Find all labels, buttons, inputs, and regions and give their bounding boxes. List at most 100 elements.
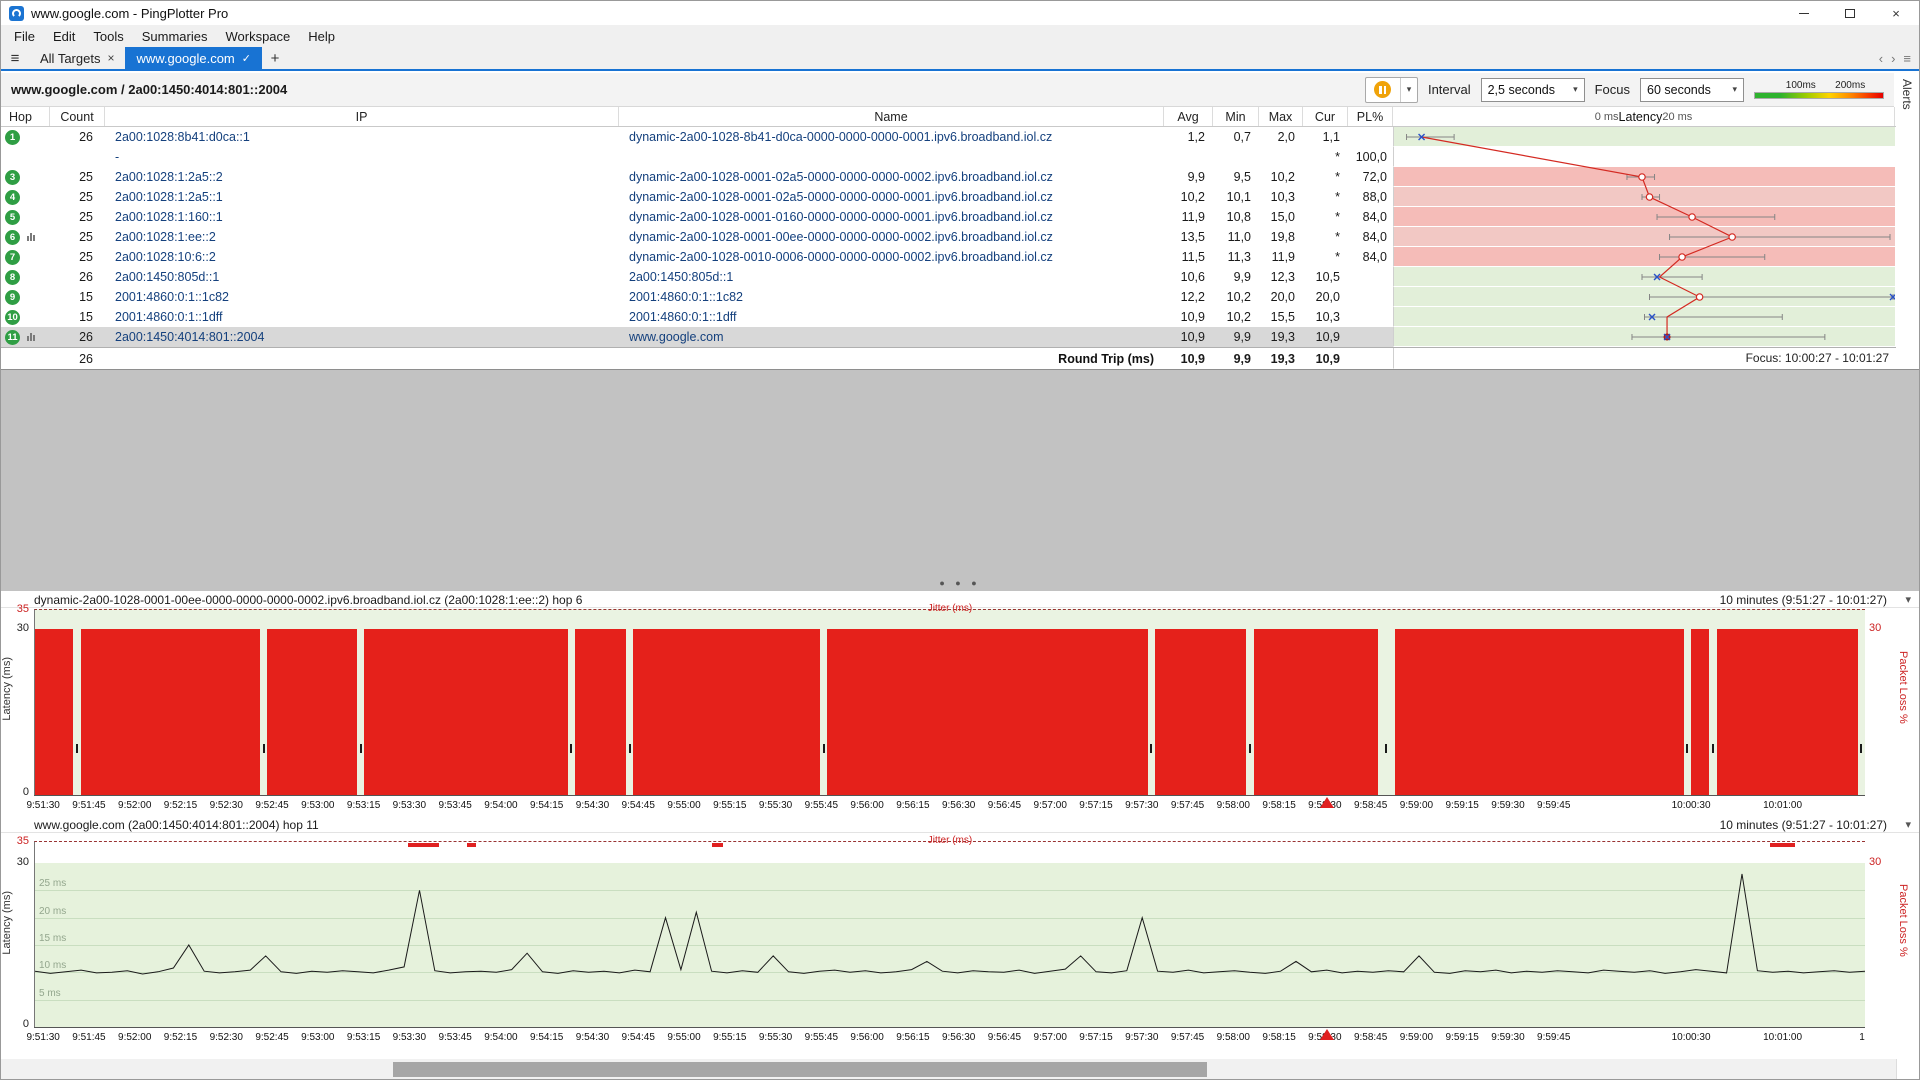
time-tick-label: 9:56:15 [896,1032,929,1043]
hop-row-11[interactable]: 11262a00:1450:4014:801::2004www.google.c… [1,327,1896,347]
pause-dropdown-icon[interactable]: ▾ [1400,78,1417,102]
tab-all-targets[interactable]: All Targets × [29,47,125,69]
col-header-name[interactable]: Name [619,107,1164,126]
time-tick-label: 9:54:15 [530,1032,563,1043]
cur-cell: * [1303,187,1348,207]
packet-loss-cell [1348,327,1393,347]
scrollbar-corner [1896,1059,1920,1080]
time-tick-label: 9:52:30 [210,800,243,811]
avg-cell: 1,2 [1164,127,1213,147]
hop-row-5[interactable]: 5252a00:1028:1:160::1dynamic-2a00-1028-0… [1,207,1896,227]
ip-cell: 2a00:1028:1:2a5::2 [105,167,619,187]
max-cell: 15,0 [1259,207,1303,227]
time-tick-label: 9:55:00 [667,1032,700,1043]
col-header-ip[interactable]: IP [105,107,619,126]
latency-mark [1249,744,1251,753]
graph-collapse-icon[interactable]: ▾ [1905,818,1911,831]
latency-axis-label: Latency (ms) [1,891,13,955]
hop-row-7[interactable]: 7252a00:1028:10:6::2dynamic-2a00-1028-00… [1,247,1896,267]
hop11-latency-plot[interactable]: Jitter (ms) 25 ms20 ms15 ms10 ms5 ms [34,841,1865,1027]
hamburger-icon[interactable]: ≡ [1,47,29,69]
packet-loss-cell [1348,267,1393,287]
graph-range-selector[interactable]: 10 minutes (9:51:27 - 10:01:27) [1720,818,1887,832]
graph-collapse-icon[interactable]: ▾ [1905,593,1911,606]
empty-workspace-area: ● ● ● [1,369,1919,591]
count-cell: 15 [50,307,105,327]
name-cell: dynamic-2a00-1028-0010-0006-0000-0000-00… [619,247,1164,267]
legend-100ms-label: 100ms [1786,80,1816,91]
latency-plot-area: 25 ms20 ms15 ms10 ms5 ms [35,863,1865,1027]
hop-row-8[interactable]: 8262a00:1450:805d::12a00:1450:805d::110,… [1,267,1896,287]
cur-cell: * [1303,247,1348,267]
focus-select[interactable]: 60 seconds ▾ [1640,78,1744,102]
latency-cell [1393,147,1895,167]
latency-line [35,863,1865,1027]
tab-list-icon[interactable]: ≡ [1903,51,1911,66]
cur-cell: 1,1 [1303,127,1348,147]
tab-scroll-left-icon[interactable]: ‹ [1879,51,1883,66]
alerts-side-tab[interactable]: Alerts [1898,75,1916,114]
horizontal-scrollbar[interactable] [1,1059,1896,1080]
col-header-min[interactable]: Min [1213,107,1259,126]
hop-row-6[interactable]: 6252a00:1028:1:ee::2dynamic-2a00-1028-00… [1,227,1896,247]
max-cell: 20,0 [1259,287,1303,307]
pause-button[interactable]: ▾ [1365,77,1418,103]
tab-scroll-right-icon[interactable]: › [1891,51,1895,66]
latency-axis-min: 0 ms [1595,111,1619,123]
col-header-hop[interactable]: Hop [1,107,50,126]
close-button[interactable]: × [1873,1,1919,25]
y-axis-loss-max: 30 [1869,856,1881,868]
avg-cell: 11,9 [1164,207,1213,227]
tab-close-icon[interactable]: × [107,51,114,65]
maximize-button[interactable] [1827,1,1873,25]
timeline-graph-icon [27,333,35,341]
hop6-loss-plot[interactable]: Jitter (ms) [34,609,1865,795]
interval-select[interactable]: 2,5 seconds ▾ [1481,78,1585,102]
hop-row-1[interactable]: 1262a00:1028:8b41:d0ca::1dynamic-2a00-10… [1,127,1896,147]
minimize-button[interactable] [1781,1,1827,25]
splitter-handle[interactable]: ● ● ● [939,578,980,588]
ip-cell: 2a00:1450:4014:801::2004 [105,327,619,347]
time-tick-label: 9:55:30 [759,1032,792,1043]
hop-row-2[interactable]: -*100,0 [1,147,1896,167]
latency-mark [1860,744,1862,753]
menu-workspace[interactable]: Workspace [216,27,299,46]
col-header-pl[interactable]: PL% [1348,107,1393,126]
max-cell: 12,3 [1259,267,1303,287]
y-axis-min: 0 [7,786,29,798]
time-tick-label: 10:00:30 [1672,800,1711,811]
avg-cell: 10,2 [1164,187,1213,207]
tab-www-google-com[interactable]: www.google.com ✓ [125,47,262,69]
cur-cell: 10,5 [1303,267,1348,287]
avg-cell: 10,9 [1164,307,1213,327]
col-header-avg[interactable]: Avg [1164,107,1213,126]
menu-summaries[interactable]: Summaries [133,27,217,46]
hop-row-10[interactable]: 10152001:4860:0:1::1dff2001:4860:0:1::1d… [1,307,1896,327]
time-tick-label: 9:57:30 [1125,800,1158,811]
scrollbar-thumb[interactable] [393,1062,1207,1077]
jitter-label: Jitter (ms) [928,835,972,846]
menu-file[interactable]: File [5,27,44,46]
time-tick-label: 9:53:45 [438,1032,471,1043]
col-header-count[interactable]: Count [50,107,105,126]
hop-row-4[interactable]: 4252a00:1028:1:2a5::1dynamic-2a00-1028-0… [1,187,1896,207]
hop-cell: 6 [1,227,50,247]
loss-mark [408,843,439,847]
menu-tools[interactable]: Tools [84,27,132,46]
menu-help[interactable]: Help [299,27,344,46]
avg-cell: 10,6 [1164,267,1213,287]
graph-range-selector[interactable]: 10 minutes (9:51:27 - 10:01:27) [1720,593,1887,607]
col-header-cur[interactable]: Cur [1303,107,1348,126]
hop-row-3[interactable]: 3252a00:1028:1:2a5::2dynamic-2a00-1028-0… [1,167,1896,187]
time-tick-label: 9:58:45 [1354,1032,1387,1043]
time-tick-label: 9:57:00 [1034,800,1067,811]
max-cell [1259,147,1303,167]
time-tick-label: 9:57:00 [1034,1032,1067,1043]
menu-edit[interactable]: Edit [44,27,84,46]
round-trip-min: 9,9 [1213,348,1259,369]
new-tab-button[interactable]: + [262,47,288,69]
hop-row-9[interactable]: 9152001:4860:0:1::1c822001:4860:0:1::1c8… [1,287,1896,307]
loss-bar [81,629,260,795]
col-header-latency[interactable]: 0 ms Latency 20 ms [1393,107,1895,126]
col-header-max[interactable]: Max [1259,107,1303,126]
